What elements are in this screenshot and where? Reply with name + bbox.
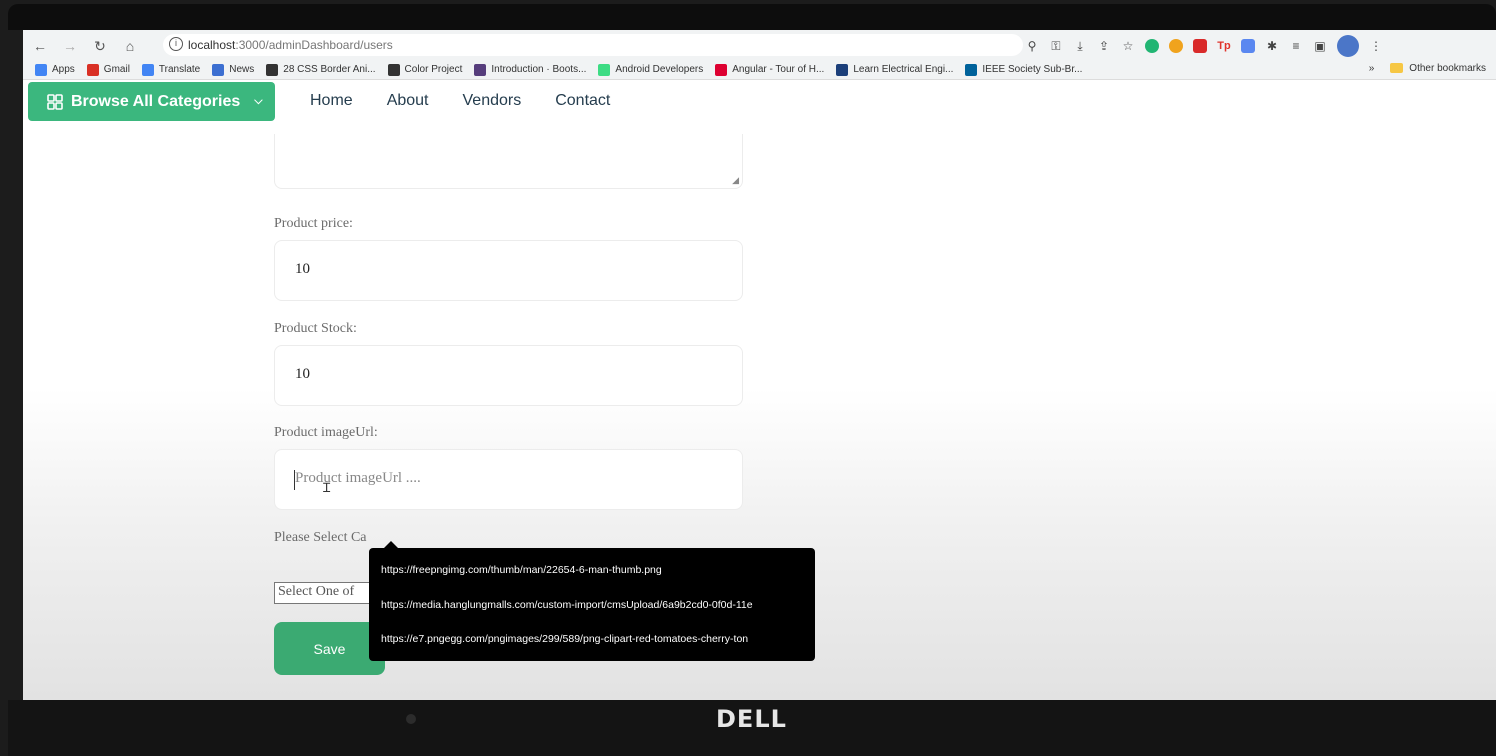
bookmark-label: Translate	[158, 64, 201, 75]
admin-product-form: ◢ Product price: 10 Product Stock: 10 Pr…	[23, 134, 1496, 700]
site-header: Browse All Categories ⌵ Home About Vendo…	[23, 80, 1496, 134]
monitor-sensor	[406, 714, 416, 724]
reading-list-icon[interactable]: ≡	[1289, 39, 1303, 53]
extension-orange-icon[interactable]	[1169, 39, 1183, 53]
nav-vendors[interactable]: Vendors	[463, 92, 522, 110]
category-select[interactable]: Select One of	[274, 582, 372, 604]
side-panel-icon[interactable]: ▣	[1313, 39, 1327, 53]
category-label: Please Select Ca	[274, 530, 367, 545]
grid-icon	[47, 93, 63, 110]
bookmark-item[interactable]: Translate	[141, 63, 201, 76]
bookmark-item[interactable]: Gmail	[86, 63, 130, 76]
autocomplete-dropdown: https://freepngimg.com/thumb/man/22654-6…	[369, 541, 815, 661]
bookmark-item[interactable]: 28 CSS Border Ani...	[266, 63, 376, 76]
key-icon[interactable]: ⚿	[1049, 39, 1063, 53]
main-nav: Home About Vendors Contact	[310, 92, 610, 110]
bookmark-label: Android Developers	[615, 64, 704, 75]
forward-icon[interactable]: →	[60, 36, 80, 56]
chevron-down-icon: ⌵	[254, 95, 263, 107]
bookmark-item[interactable]: Introduction · Boots...	[474, 63, 587, 76]
stock-input[interactable]: 10	[274, 345, 743, 406]
other-bookmarks-label: Other bookmarks	[1409, 63, 1486, 74]
bookmark-label: Apps	[52, 64, 75, 75]
bookmark-label: Learn Electrical Engi...	[853, 64, 954, 75]
address-url: localhost:3000/adminDashboard/users	[188, 38, 393, 52]
browser-screen: ← → ↻ ⌂ i localhost:3000/adminDashboard/…	[23, 30, 1496, 700]
bookmark-favicon-icon	[474, 63, 487, 76]
bookmark-favicon-icon	[387, 63, 400, 76]
dropdown-pointer	[383, 541, 399, 549]
puzzle-icon[interactable]: ✱	[1265, 39, 1279, 53]
home-icon[interactable]: ⌂	[120, 36, 140, 56]
install-icon[interactable]: ⤓	[1073, 39, 1087, 53]
bookmark-favicon-icon	[836, 63, 849, 76]
bookmark-favicon-icon	[212, 63, 225, 76]
extensions-area: ⚲ ⚿ ⤓ ⇪ ☆ Tp ✱ ≡ ▣ ⋮	[1025, 35, 1383, 57]
bookmark-item[interactable]: Android Developers	[598, 63, 704, 76]
description-textarea[interactable]: ◢	[274, 134, 743, 189]
bookmark-favicon-icon	[266, 63, 279, 76]
resize-handle-icon[interactable]: ◢	[732, 175, 739, 186]
bookmarks-overflow: » Other bookmarks	[1369, 63, 1486, 74]
bookmark-star-icon[interactable]: ☆	[1121, 39, 1135, 53]
stock-label: Product Stock:	[274, 321, 357, 336]
more-bookmarks-chevron[interactable]: »	[1369, 63, 1375, 74]
menu-dots-icon[interactable]: ⋮	[1369, 39, 1383, 53]
bookmark-label: 28 CSS Border Ani...	[283, 64, 376, 75]
bookmark-favicon-icon	[141, 63, 154, 76]
image-url-input[interactable]: Product imageUrl .... Ɪ	[274, 449, 743, 510]
extension-tp-icon[interactable]: Tp	[1217, 39, 1231, 53]
back-icon[interactable]: ←	[30, 36, 50, 56]
monitor-top-bezel	[8, 4, 1496, 30]
bookmark-item[interactable]: Angular - Tour of H...	[715, 63, 825, 76]
location-icon[interactable]: ⚲	[1025, 39, 1039, 53]
extension-blue-icon[interactable]	[1241, 39, 1255, 53]
ibeam-cursor-icon: Ɪ	[323, 480, 331, 495]
autocomplete-option[interactable]: https://media.hanglungmalls.com/custom-i…	[381, 599, 803, 611]
site-info-icon[interactable]: i	[169, 37, 183, 51]
bookmark-item[interactable]: Learn Electrical Engi...	[836, 63, 954, 76]
bookmark-label: Angular - Tour of H...	[732, 64, 825, 75]
browser-toolbar: ← → ↻ ⌂ i localhost:3000/adminDashboard/…	[23, 30, 1496, 60]
reload-icon[interactable]: ↻	[90, 36, 110, 56]
bookmark-item[interactable]: Color Project	[387, 63, 463, 76]
price-input[interactable]: 10	[274, 240, 743, 301]
bookmarks-bar: Apps Gmail Translate News 28 CSS Border Ani.…	[23, 60, 1496, 80]
bookmark-item[interactable]: IEEE Society Sub-Br...	[965, 63, 1083, 76]
address-bar[interactable]: i localhost:3000/adminDashboard/users	[163, 34, 1023, 56]
bookmark-label: News	[229, 64, 255, 75]
other-bookmarks[interactable]: Other bookmarks	[1390, 63, 1486, 74]
bookmark-favicon-icon	[598, 63, 611, 76]
bookmark-favicon-icon	[965, 63, 978, 76]
browse-categories-button[interactable]: Browse All Categories ⌵	[28, 82, 275, 121]
profile-avatar[interactable]	[1337, 35, 1359, 57]
bookmark-label: Color Project	[404, 64, 463, 75]
image-url-placeholder: Product imageUrl ....	[295, 470, 421, 486]
bookmark-favicon-icon	[715, 63, 728, 76]
price-label: Product price:	[274, 216, 353, 231]
nav-home[interactable]: Home	[310, 92, 353, 110]
text-caret	[294, 470, 295, 490]
bookmark-label: IEEE Society Sub-Br...	[982, 64, 1083, 75]
grammarly-icon[interactable]	[1145, 39, 1159, 53]
dell-logo: DELL	[716, 705, 787, 733]
bookmark-favicon-icon	[35, 63, 47, 76]
nav-about[interactable]: About	[387, 92, 429, 110]
autocomplete-option[interactable]: https://freepngimg.com/thumb/man/22654-6…	[381, 564, 803, 576]
bookmark-label: Introduction · Boots...	[491, 64, 587, 75]
share-icon[interactable]: ⇪	[1097, 39, 1111, 53]
bookmark-label: Gmail	[103, 64, 130, 75]
bookmark-item[interactable]: News	[212, 63, 255, 76]
bookmark-item[interactable]: Apps	[35, 63, 75, 76]
nav-contact[interactable]: Contact	[555, 92, 610, 110]
folder-icon	[1390, 63, 1404, 74]
image-url-label: Product imageUrl:	[274, 425, 378, 440]
browse-categories-label: Browse All Categories	[71, 92, 241, 110]
autocomplete-option[interactable]: https://e7.pngegg.com/pngimages/299/589/…	[381, 633, 803, 645]
extension-red-icon[interactable]	[1193, 39, 1207, 53]
bookmark-favicon-icon	[86, 63, 99, 76]
